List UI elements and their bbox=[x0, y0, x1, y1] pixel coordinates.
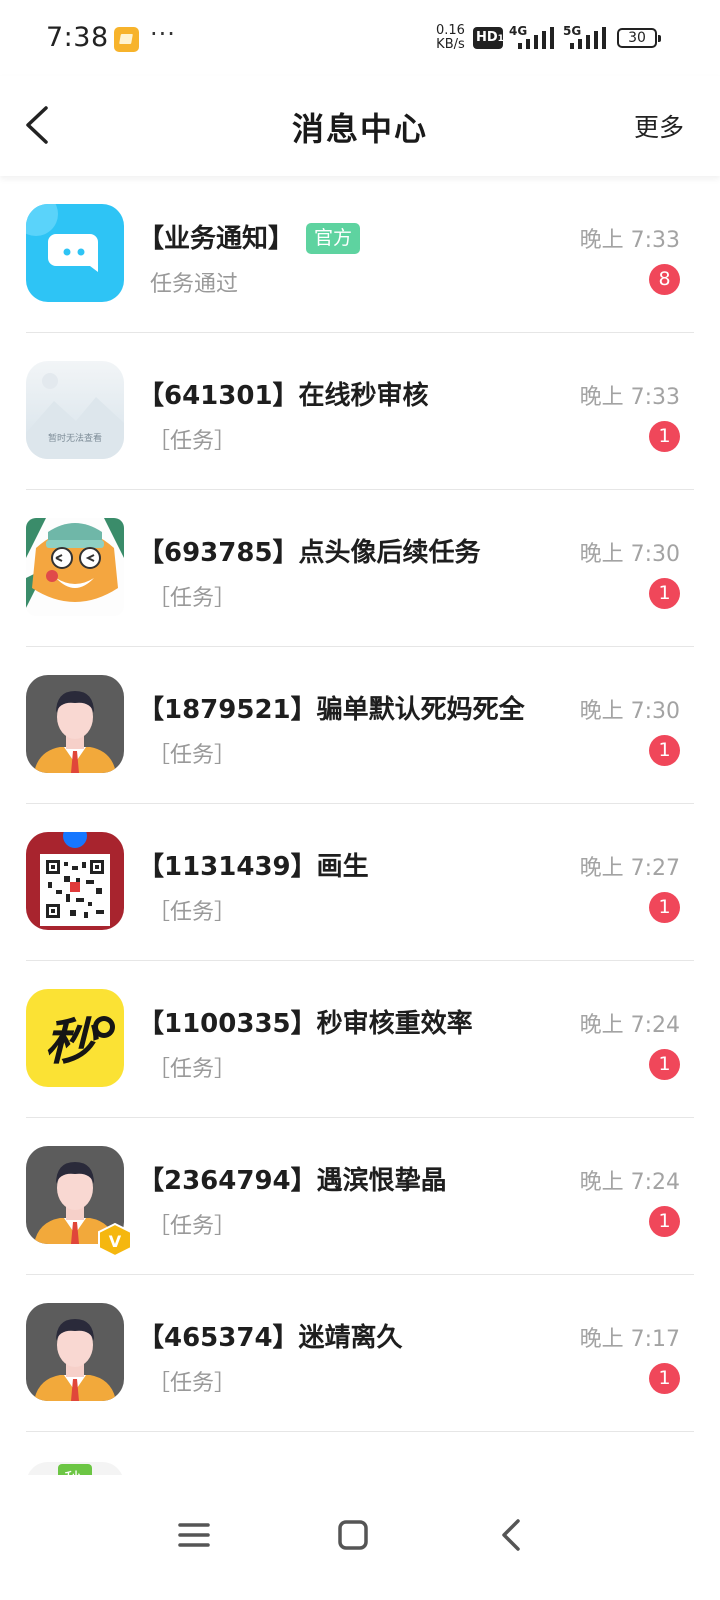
unread-badge: 1 bbox=[649, 1363, 680, 1394]
message-subtitle: ［任务］ bbox=[148, 1214, 237, 1239]
unread-badge: 1 bbox=[649, 892, 680, 923]
message-item[interactable]: 秒 【1100335】秒审核重效率 ［任务］ 晚上 7:24 1 bbox=[0, 961, 720, 1118]
status-bar: 7:38 ··· 0.16 KB/s HD1 4G 5G 30 bbox=[0, 0, 720, 76]
network-speed-value: 0.16 bbox=[436, 23, 465, 38]
placeholder-image-avatar: 暂时无法查看 bbox=[26, 361, 124, 459]
miao-app-avatar: 秒 bbox=[26, 989, 124, 1087]
message-subtitle: ［任务］ bbox=[148, 1371, 237, 1396]
unread-badge: 1 bbox=[649, 578, 680, 609]
message-item[interactable]: 暂时无法查看 【641301】在线秒审核 ［任务］ 晚上 7:33 1 bbox=[0, 333, 720, 490]
partial-avatar-text: 秒 bbox=[64, 1470, 82, 1490]
status-time: 7:38 bbox=[46, 22, 109, 53]
hd-voice-icon: HD1 bbox=[473, 27, 504, 49]
battery-icon: 30 bbox=[617, 28, 661, 48]
signal-5g-icon bbox=[570, 27, 606, 49]
qr-code-avatar bbox=[26, 832, 124, 930]
official-avatar bbox=[26, 204, 124, 302]
unread-badge: 1 bbox=[649, 421, 680, 452]
unread-badge: 1 bbox=[649, 1206, 680, 1237]
message-time: 晚上 7:24 bbox=[579, 1170, 680, 1195]
message-title: 【693785】点头像后续任务 bbox=[138, 538, 481, 568]
system-back-icon bbox=[502, 1519, 520, 1551]
vip-badge-icon: V bbox=[98, 1223, 132, 1257]
menu-icon bbox=[178, 1523, 210, 1547]
message-item[interactable]: V 【2364794】遇滨恨挚晶 ［任务］ 晚上 7:24 1 bbox=[0, 1118, 720, 1275]
message-title: 【1879521】骗单默认死妈死全 bbox=[138, 695, 525, 725]
message-title: 【641301】在线秒审核 bbox=[138, 381, 429, 411]
avatar-caption: 暂时无法查看 bbox=[48, 432, 102, 444]
hd-label: HD bbox=[476, 30, 498, 45]
message-item[interactable]: 【465374】迷靖离久 ［任务］ 晚上 7:17 1 bbox=[0, 1275, 720, 1432]
message-time: 晚上 7:33 bbox=[579, 228, 680, 253]
unread-badge: 1 bbox=[649, 1049, 680, 1080]
home-icon bbox=[338, 1520, 368, 1550]
network-speed-unit: KB/s bbox=[436, 37, 465, 52]
message-subtitle: ［任务］ bbox=[148, 1057, 237, 1082]
default-user-avatar bbox=[26, 675, 124, 773]
message-time: 晚上 7:33 bbox=[579, 385, 680, 410]
message-time: 晚上 7:30 bbox=[579, 699, 680, 724]
message-item[interactable]: 【693785】点头像后续任务 ［任务］ 晚上 7:30 1 bbox=[0, 490, 720, 647]
message-time: 晚上 7:27 bbox=[579, 856, 680, 881]
message-subtitle: ［任务］ bbox=[148, 586, 237, 611]
message-list: 【业务通知】 官方 任务通过 晚上 7:33 8 暂时无法查看 【641301】在… bbox=[0, 176, 720, 1490]
vip-mark: V bbox=[109, 1232, 122, 1251]
unread-badge: 8 bbox=[649, 264, 680, 295]
message-title: 【2364794】遇滨恨挚晶 bbox=[138, 1166, 447, 1196]
message-title-text: 【业务通知】 bbox=[138, 224, 295, 254]
message-time: 晚上 7:30 bbox=[579, 542, 680, 567]
message-title: 【1131439】画生 bbox=[138, 852, 369, 882]
hd-sub: 1 bbox=[497, 34, 504, 44]
message-subtitle: ［任务］ bbox=[148, 429, 237, 454]
message-subtitle: 任务通过 bbox=[150, 272, 239, 297]
message-item[interactable]: 【1131439】画生 ［任务］ 晚上 7:27 1 bbox=[0, 804, 720, 961]
message-subtitle: ［任务］ bbox=[148, 743, 237, 768]
header-bar: 消息中心 更多 bbox=[0, 76, 720, 176]
system-back-button[interactable] bbox=[482, 1505, 542, 1565]
message-item[interactable]: 【业务通知】 官方 任务通过 晚上 7:33 8 bbox=[0, 176, 720, 333]
page-title: 消息中心 bbox=[291, 110, 428, 148]
network-speed: 0.16 KB/s bbox=[436, 24, 465, 52]
message-title: 【465374】迷靖离久 bbox=[138, 1323, 403, 1353]
official-tag: 官方 bbox=[306, 223, 361, 254]
system-navigation-bar bbox=[0, 1475, 720, 1600]
message-item[interactable]: 【1879521】骗单默认死妈死全 ［任务］ 晚上 7:30 1 bbox=[0, 647, 720, 804]
cartoon-cat-avatar bbox=[26, 518, 124, 616]
more-notifications-icon: ··· bbox=[150, 20, 176, 48]
message-title: 【业务通知】 官方 bbox=[138, 218, 361, 255]
menu-button[interactable] bbox=[164, 1505, 224, 1565]
message-title: 【1100335】秒审核重效率 bbox=[138, 1009, 473, 1039]
notes-app-icon bbox=[114, 27, 139, 52]
signal-4g-icon bbox=[518, 27, 554, 49]
message-subtitle: ［任务］ bbox=[148, 900, 237, 925]
more-button[interactable]: 更多 bbox=[634, 108, 684, 144]
home-button[interactable] bbox=[323, 1505, 383, 1565]
default-user-avatar bbox=[26, 1303, 124, 1401]
message-time: 晚上 7:24 bbox=[579, 1013, 680, 1038]
avatar-text: 秒 bbox=[45, 1013, 99, 1071]
message-time: 晚上 7:17 bbox=[579, 1327, 680, 1352]
unread-badge: 1 bbox=[649, 735, 680, 766]
